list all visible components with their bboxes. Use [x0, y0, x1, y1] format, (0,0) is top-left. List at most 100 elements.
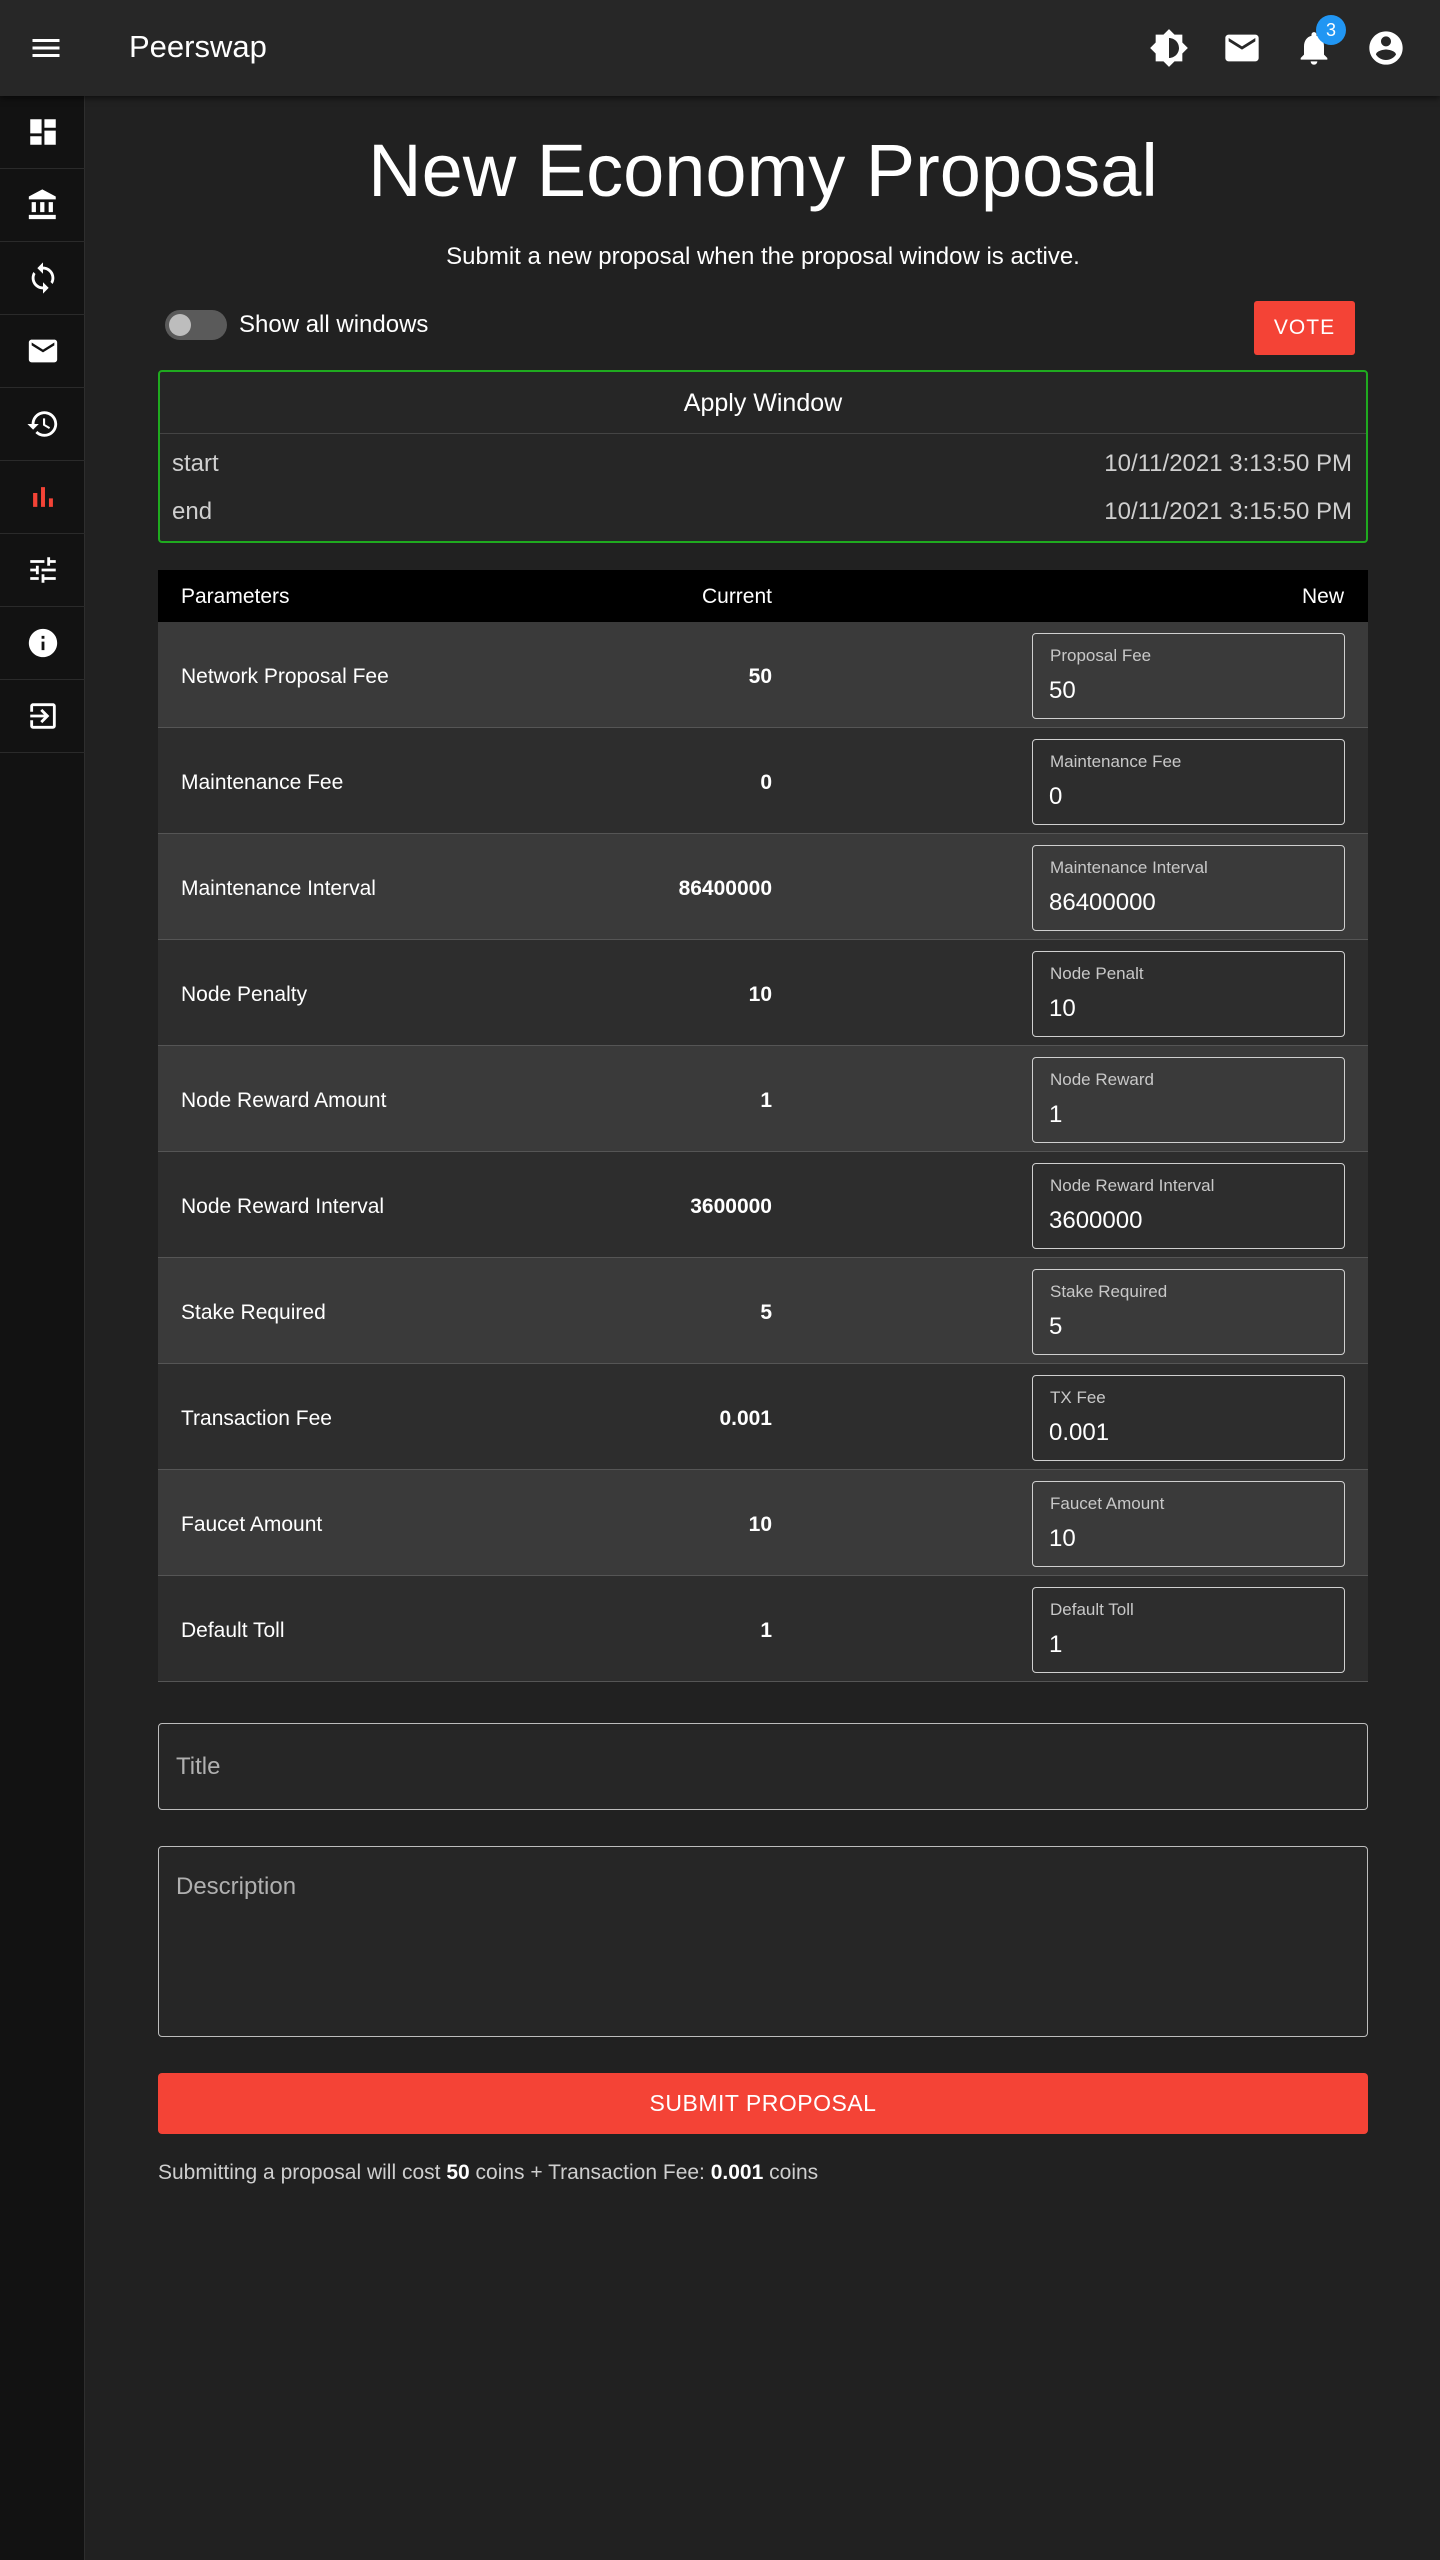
sidebar-item-messages[interactable] — [0, 315, 85, 388]
param-current-value: 0.001 — [719, 1407, 772, 1430]
param-new-field[interactable]: Maintenance Interval — [1032, 845, 1345, 931]
menu-icon[interactable] — [28, 30, 64, 66]
param-name: Node Reward Interval — [181, 1195, 385, 1218]
parameters-table: Parameters Current New Network Proposal … — [158, 570, 1368, 1682]
table-row: Node Reward Amount 1 Node Reward — [158, 1046, 1368, 1152]
notification-badge: 3 — [1316, 15, 1346, 45]
header-current: Current — [701, 585, 772, 608]
toggle-track[interactable] — [165, 310, 227, 340]
submit-proposal-button[interactable]: SUBMIT PROPOSAL — [158, 2073, 1368, 2134]
sidebar-item-parameters[interactable] — [0, 534, 85, 607]
param-field-label: Default Toll — [1050, 1600, 1134, 1619]
table-row: Maintenance Interval 86400000 Maintenance … — [158, 834, 1368, 940]
param-new-input[interactable] — [1049, 780, 1329, 814]
info-icon — [28, 628, 57, 658]
param-current-value: 10 — [748, 1513, 772, 1536]
param-new-input[interactable] — [1049, 1628, 1329, 1662]
param-new-field[interactable]: TX Fee — [1032, 1375, 1345, 1461]
bar-chart-icon — [32, 487, 53, 507]
apply-window-start: start 10/11/2021 3:13:50 PM — [172, 450, 1352, 478]
vote-button[interactable]: VOTE — [1254, 301, 1355, 355]
sidebar-item-dashboard[interactable] — [0, 96, 85, 169]
description-input[interactable] — [159, 1847, 1367, 2036]
toggle-thumb — [169, 314, 191, 336]
bank-icon — [28, 189, 56, 220]
param-new-input[interactable] — [1049, 1522, 1329, 1556]
param-current-value: 0 — [760, 771, 772, 794]
dashboard-icon — [29, 119, 56, 145]
apply-window-panel: Apply Window start 10/11/2021 3:13:50 PM… — [158, 370, 1368, 543]
param-new-input[interactable] — [1049, 674, 1329, 708]
param-new-input[interactable] — [1049, 886, 1329, 920]
sidebar-item-bank[interactable] — [0, 169, 85, 242]
header-parameters: Parameters — [181, 585, 290, 608]
table-row: Node Penalty 10 Node Penalt — [158, 940, 1368, 1046]
table-row: Stake Required 5 Stake Required — [158, 1258, 1368, 1364]
tune-icon — [29, 557, 56, 583]
param-field-label: Faucet Amount — [1050, 1494, 1165, 1513]
table-row: Faucet Amount 10 Faucet Amount — [158, 1470, 1368, 1576]
param-field-label: Node Penalt — [1050, 964, 1144, 983]
cost-note: Submitting a proposal will cost 50 coins… — [158, 2161, 818, 2185]
param-new-input[interactable] — [1049, 1098, 1329, 1132]
param-new-field[interactable]: Node Reward — [1032, 1057, 1345, 1143]
param-new-field[interactable]: Maintenance Fee — [1032, 739, 1345, 825]
param-new-field[interactable]: Default Toll — [1032, 1587, 1345, 1673]
mail-icon[interactable] — [1222, 28, 1262, 68]
param-new-input[interactable] — [1049, 1204, 1329, 1238]
sidebar-item-economy[interactable] — [0, 461, 85, 534]
param-current-value: 86400000 — [678, 877, 772, 900]
toggle-label: Show all windows — [239, 311, 429, 338]
sidebar-item-sync[interactable] — [0, 242, 85, 315]
param-new-input[interactable] — [1049, 1416, 1329, 1450]
theme-toggle-icon[interactable] — [1149, 28, 1189, 68]
param-current-value: 3600000 — [690, 1195, 772, 1218]
table-row: Node Reward Interval 3600000 Node Reward I… — [158, 1152, 1368, 1258]
param-new-field[interactable]: Proposal Fee — [1032, 633, 1345, 719]
apply-window-end: end 10/11/2021 3:15:50 PM — [172, 498, 1352, 526]
sidebar-item-logout[interactable] — [0, 680, 85, 753]
cost-middle: coins + Transaction Fee: — [475, 2161, 705, 2184]
sidebar-item-history[interactable] — [0, 388, 85, 461]
param-new-input[interactable] — [1049, 1310, 1329, 1344]
param-current-value: 10 — [748, 983, 772, 1006]
cost-suffix: coins — [769, 2161, 819, 2184]
end-value: 10/11/2021 3:15:50 PM — [1104, 498, 1352, 525]
description-field[interactable] — [158, 1846, 1368, 2037]
param-current-value: 5 — [760, 1301, 772, 1324]
cost-prefix: Submitting a proposal will cost — [158, 2161, 441, 2184]
table-row: Transaction Fee 0.001 TX Fee — [158, 1364, 1368, 1470]
param-new-field[interactable]: Faucet Amount — [1032, 1481, 1345, 1567]
app-title: Peerswap — [129, 29, 267, 64]
start-value: 10/11/2021 3:13:50 PM — [1104, 450, 1352, 477]
show-all-windows-toggle[interactable]: Show all windows — [165, 310, 428, 340]
param-new-field[interactable]: Stake Required — [1032, 1269, 1345, 1355]
param-name: Default Toll — [181, 1619, 285, 1642]
param-name: Maintenance Interval — [181, 877, 376, 900]
mail-icon — [28, 339, 57, 363]
param-new-field[interactable]: Node Reward Interval — [1032, 1163, 1345, 1249]
title-field[interactable] — [158, 1723, 1368, 1810]
param-new-input[interactable] — [1049, 992, 1329, 1026]
app-bar: Peerswap 3 — [0, 0, 1440, 96]
param-name: Node Reward Amount — [181, 1089, 387, 1112]
header-new: New — [1301, 585, 1344, 608]
account-icon[interactable] — [1366, 28, 1406, 68]
table-row: Network Proposal Fee 50 Proposal Fee — [158, 622, 1368, 728]
page-title: New Economy Proposal — [368, 129, 1158, 212]
param-field-label: Maintenance Interval — [1050, 858, 1208, 877]
param-field-label: Node Reward Interval — [1050, 1176, 1215, 1195]
param-new-field[interactable]: Node Penalt — [1032, 951, 1345, 1037]
sidebar-item-about[interactable] — [0, 607, 85, 680]
param-current-value: 1 — [760, 1619, 772, 1642]
param-current-value: 1 — [760, 1089, 772, 1112]
param-name: Node Penalty — [181, 983, 308, 1006]
page-subtitle: Submit a new proposal when the proposal … — [446, 243, 1080, 270]
sync-icon — [31, 262, 54, 294]
param-current-value: 50 — [748, 665, 772, 688]
param-name: Faucet Amount — [181, 1513, 323, 1536]
title-input[interactable] — [159, 1724, 1367, 1809]
history-icon — [26, 411, 57, 437]
param-field-label: TX Fee — [1050, 1388, 1106, 1407]
param-name: Stake Required — [181, 1301, 326, 1324]
